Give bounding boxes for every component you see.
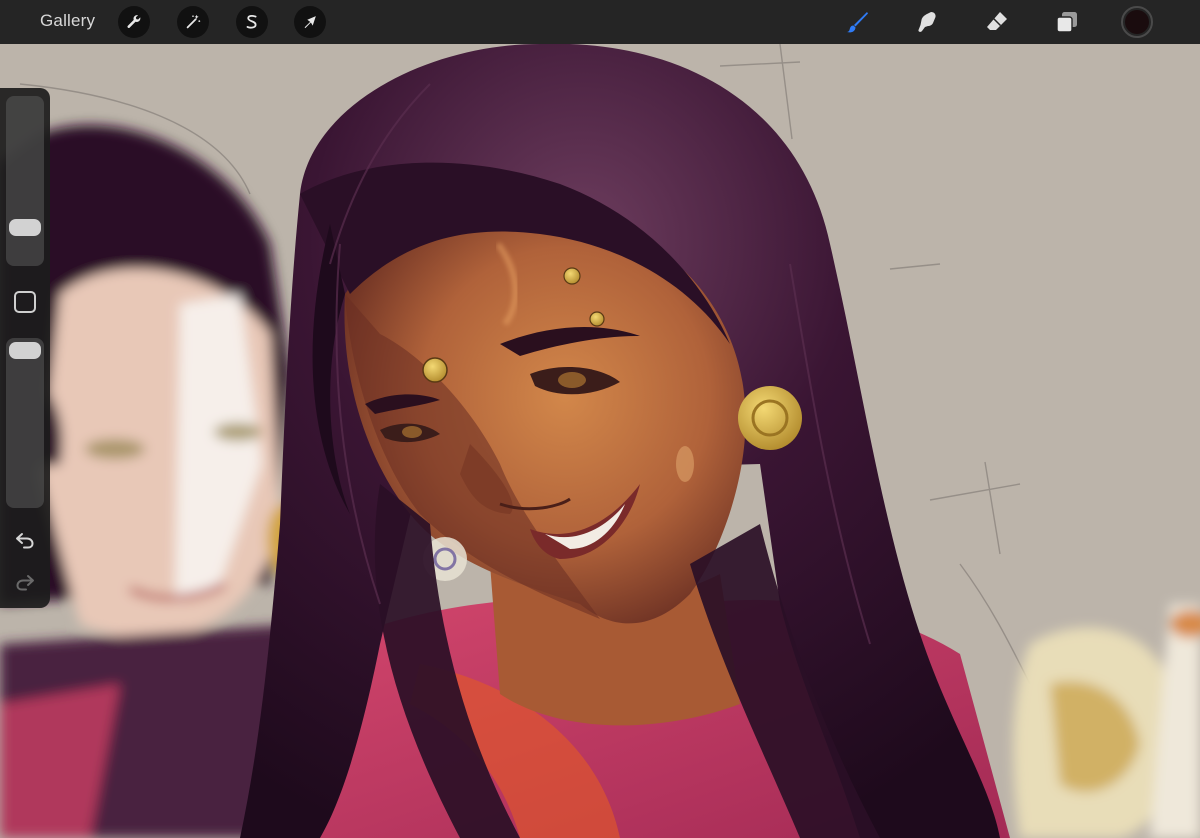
opacity-handle[interactable] (9, 342, 41, 359)
magic-wand-icon (186, 14, 201, 29)
artwork-illustration (0, 44, 1200, 838)
arrow-cursor-icon (304, 16, 316, 29)
left-sidebar (0, 88, 50, 608)
brush-tool-button[interactable] (841, 6, 873, 38)
undo-icon[interactable] (13, 528, 37, 552)
brush-size-slider[interactable] (6, 96, 44, 266)
eraser-icon (987, 12, 1007, 30)
adjustments-button[interactable] (177, 6, 209, 38)
color-picker-button[interactable] (1121, 6, 1153, 38)
earring (738, 386, 802, 450)
procreate-app: Gallery (0, 0, 1200, 838)
actions-button[interactable] (118, 6, 150, 38)
layers-button[interactable] (1051, 6, 1083, 38)
modify-button[interactable] (14, 291, 36, 313)
transform-button[interactable] (294, 6, 326, 38)
gallery-button[interactable]: Gallery (40, 11, 95, 31)
selection-s-icon (246, 14, 257, 29)
top-toolbar: Gallery (0, 0, 1200, 44)
right-ornament (1013, 604, 1200, 838)
selection-button[interactable] (236, 6, 268, 38)
brush-icon (847, 12, 868, 33)
smudge-tool-button[interactable] (910, 6, 942, 38)
eraser-tool-button[interactable] (981, 6, 1013, 38)
opacity-slider[interactable] (6, 338, 44, 508)
wrench-icon (127, 15, 141, 28)
brush-size-handle[interactable] (9, 218, 41, 236)
bindi (422, 357, 448, 383)
drawing-canvas[interactable] (0, 44, 1200, 838)
current-color-swatch (1125, 10, 1149, 34)
layers-icon (1056, 12, 1077, 33)
smudge-icon (918, 12, 936, 32)
redo-icon[interactable] (13, 570, 37, 594)
